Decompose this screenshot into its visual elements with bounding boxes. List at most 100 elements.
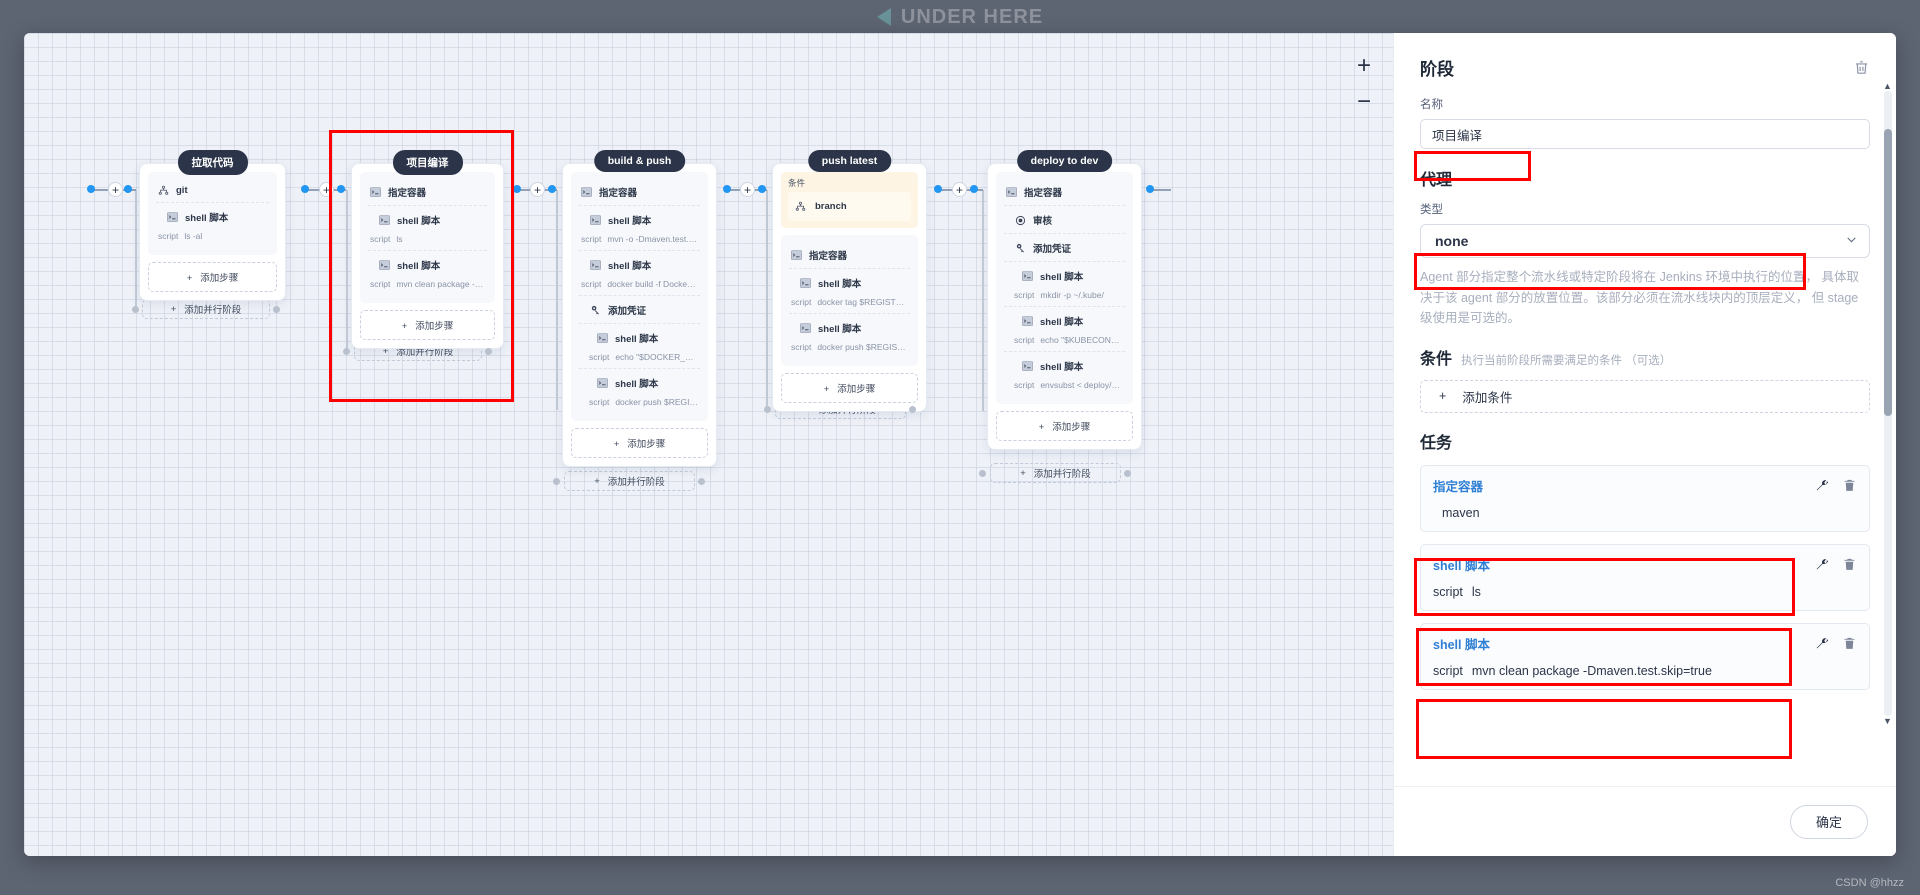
stage-name-input[interactable]: [1420, 119, 1870, 149]
script-value: mvn clean package -Dmav...: [396, 279, 485, 289]
step-item[interactable]: 审核: [1004, 205, 1125, 233]
script-value: mkdir -p ~/.kube/: [1040, 290, 1104, 300]
stage-node-push-latest[interactable]: push latest 条件 branch 指定容器 shell 脚本 scri…: [772, 150, 927, 412]
step-item[interactable]: shell 脚本 script ls: [368, 205, 487, 250]
connector-dot[interactable]: [1146, 185, 1154, 193]
stage-title[interactable]: 拉取代码: [177, 150, 248, 175]
step-script: script docker tag $REGISTRY/$D...: [791, 297, 908, 307]
add-step-button[interactable]: + 添加步骤: [360, 310, 495, 340]
panel-scrollbar[interactable]: ▲ ▼: [1883, 81, 1892, 726]
step-name: 指定容器: [388, 188, 427, 199]
stage-node-project-build[interactable]: 项目编译 指定容器 shell 脚本 script ls shell 脚本 sc…: [351, 150, 504, 349]
terminal-icon: [800, 278, 811, 288]
wrench-icon[interactable]: [1814, 478, 1829, 493]
connector-dot[interactable]: [970, 185, 978, 193]
review-icon: [1015, 215, 1026, 226]
stage-node-build-push[interactable]: build & push 指定容器 shell 脚本 script mvn -o…: [562, 150, 717, 467]
connector-dot[interactable]: [87, 185, 95, 193]
add-parallel-stage-button-5[interactable]: + 添加并行阶段: [990, 463, 1121, 483]
pipeline-canvas[interactable]: + − + + + + + 拉取代码 git shell 脚本 script l…: [24, 33, 1393, 856]
script-key: script: [370, 234, 391, 244]
task-card[interactable]: shell 脚本 script ls: [1420, 543, 1870, 611]
scroll-up-icon[interactable]: ▲: [1883, 81, 1892, 91]
connector-dot[interactable]: [548, 185, 556, 193]
stage-title[interactable]: 项目编译: [392, 150, 463, 175]
add-stage-button[interactable]: +: [952, 182, 967, 197]
connector-dot[interactable]: [934, 185, 942, 193]
agent-description: Agent 部分指定整个流水线或特定阶段将在 Jenkins 环境中执行的位置，…: [1420, 270, 1859, 326]
connector-dot[interactable]: [723, 185, 731, 193]
add-parallel-label: 添加并行阶段: [184, 305, 242, 316]
agent-type-select[interactable]: none: [1420, 224, 1870, 258]
connector-dot[interactable]: [124, 185, 132, 193]
step-name: 审核: [1033, 216, 1053, 227]
connector-dot[interactable]: [513, 185, 521, 193]
logo-text: UNDER HERE: [900, 5, 1044, 28]
add-step-button[interactable]: + 添加步骤: [571, 428, 708, 458]
add-stage-button[interactable]: +: [319, 182, 334, 197]
stage-node-pull-code[interactable]: 拉取代码 git shell 脚本 script ls -al + 添加步骤: [139, 150, 286, 301]
trash-icon[interactable]: [1842, 636, 1857, 651]
stage-title[interactable]: push latest: [807, 150, 892, 172]
step-item[interactable]: shell 脚本 script docker push $REGISTR...: [579, 368, 700, 413]
zoom-in-button[interactable]: +: [1351, 53, 1377, 79]
step-item[interactable]: 添加凭证: [1004, 233, 1125, 261]
step-item[interactable]: shell 脚本 script mvn -o -Dmaven.test.skip=…: [579, 205, 700, 250]
add-condition-button[interactable]: + 添加条件: [1420, 379, 1870, 413]
step-item[interactable]: shell 脚本 script mkdir -p ~/.kube/: [1004, 261, 1125, 306]
step-item[interactable]: 指定容器: [579, 178, 700, 205]
trash-icon[interactable]: [1842, 557, 1857, 572]
step-name: 指定容器: [599, 188, 638, 199]
add-step-button[interactable]: + 添加步骤: [148, 262, 277, 292]
step-item[interactable]: 指定容器: [789, 241, 910, 268]
add-stage-button[interactable]: +: [530, 182, 545, 197]
condition-item[interactable]: branch: [788, 192, 911, 221]
trash-icon[interactable]: [1842, 478, 1857, 493]
scroll-down-icon[interactable]: ▼: [1883, 716, 1892, 726]
stage-title[interactable]: build & push: [593, 150, 686, 172]
step-item[interactable]: shell 脚本 script mvn clean package -Dmav..…: [368, 250, 487, 295]
step-item[interactable]: shell 脚本 script docker push $REGISTRY/$..…: [789, 313, 910, 358]
step-item[interactable]: 指定容器: [368, 178, 487, 205]
step-item[interactable]: shell 脚本 script ls -al: [156, 202, 269, 247]
connector-dot[interactable]: [758, 185, 766, 193]
step-item[interactable]: shell 脚本 script docker build -f Dockerfil…: [579, 250, 700, 295]
panel-header: 阶段: [1420, 55, 1870, 80]
connector-dot[interactable]: [301, 185, 309, 193]
step-item[interactable]: shell 脚本 script echo "$DOCKER_PASS...: [579, 323, 700, 368]
connector-dot[interactable]: [337, 185, 345, 193]
add-stage-button[interactable]: +: [108, 182, 123, 197]
add-step-label: 添加步骤: [627, 439, 666, 450]
step-item[interactable]: 指定容器: [1004, 178, 1125, 205]
task-card[interactable]: 指定容器 maven: [1420, 464, 1870, 532]
add-parallel-stage-button-1[interactable]: + 添加并行阶段: [142, 299, 270, 319]
delete-stage-button[interactable]: [1853, 59, 1870, 76]
stage-node-deploy-dev[interactable]: deploy to dev 指定容器 审核 添加凭证 shell 脚本 scri…: [987, 150, 1142, 450]
page-title: 阶段: [1420, 60, 1454, 79]
zoom-out-button[interactable]: −: [1351, 89, 1377, 115]
confirm-button[interactable]: 确定: [1790, 804, 1868, 839]
task-body: script ls: [1433, 585, 1857, 599]
add-stage-button[interactable]: +: [740, 182, 755, 197]
step-item[interactable]: 添加凭证: [579, 295, 700, 323]
panel-body: 阶段 名称 代理 类型 none Agent: [1394, 33, 1896, 786]
terminal-icon: [1022, 316, 1033, 326]
add-parallel-stage-button-3[interactable]: + 添加并行阶段: [564, 471, 695, 491]
add-step-button[interactable]: + 添加步骤: [996, 411, 1133, 441]
step-item[interactable]: shell 脚本 script docker tag $REGISTRY/$D..…: [789, 268, 910, 313]
step-item[interactable]: shell 脚本 script envsubst < deploy/dev.o..…: [1004, 351, 1125, 396]
stage-title[interactable]: deploy to dev: [1016, 150, 1113, 172]
git-branch-icon: [795, 201, 806, 212]
wrench-icon[interactable]: [1814, 636, 1829, 651]
wrench-icon[interactable]: [1814, 557, 1829, 572]
add-step-button[interactable]: + 添加步骤: [781, 373, 918, 403]
step-script: script echo "$DOCKER_PASS...: [581, 352, 698, 362]
task-card[interactable]: shell 脚本 script mvn clean package -Dmaven…: [1420, 622, 1870, 690]
stage-steps: 指定容器 shell 脚本 script ls shell 脚本 script …: [360, 172, 495, 303]
scrollbar-thumb[interactable]: [1884, 128, 1892, 416]
step-name: 添加凭证: [608, 306, 647, 317]
step-item[interactable]: git: [156, 178, 269, 202]
terminal-icon: [590, 260, 601, 270]
connector-dot-grey: [979, 470, 986, 477]
step-item[interactable]: shell 脚本 script echo "$KUBECONFIG_...: [1004, 306, 1125, 351]
